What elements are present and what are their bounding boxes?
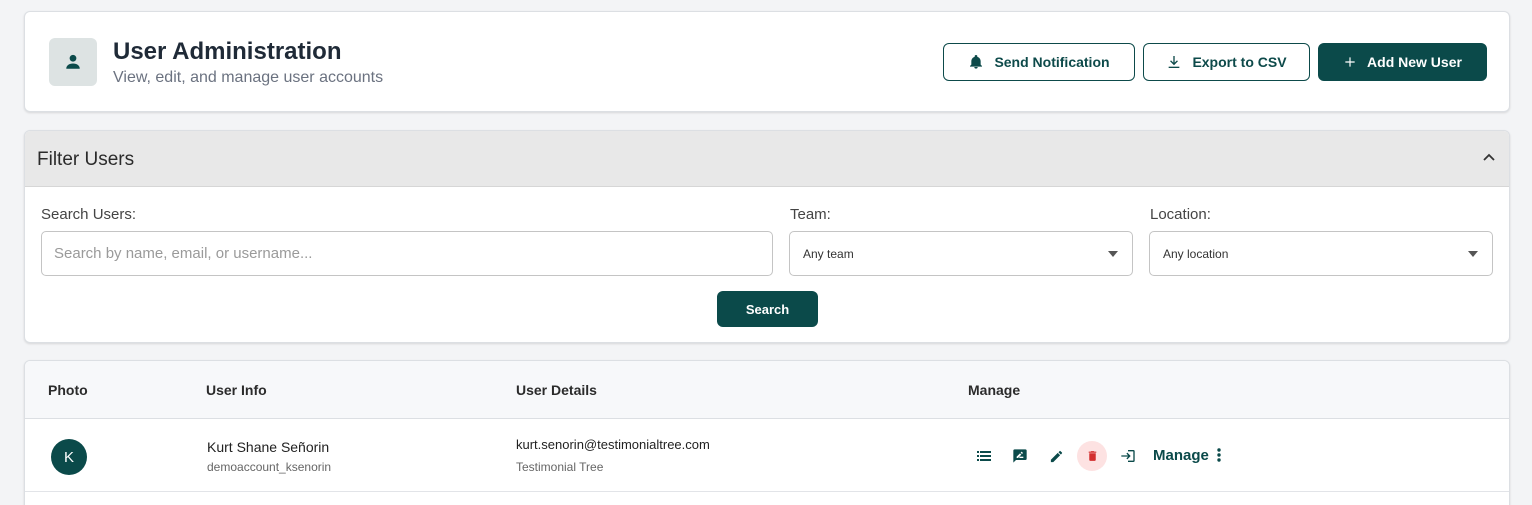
column-header-manage: Manage	[968, 382, 1021, 398]
user-name: Kurt Shane Señorin	[207, 439, 330, 455]
plus-icon	[1345, 57, 1355, 67]
user-email: kurt.senorin@testimonialtree.com	[516, 437, 710, 452]
filter-title: Filter Users	[37, 149, 135, 170]
export-csv-button[interactable]: Export to CSV	[1143, 43, 1310, 81]
location-select-value: Any location	[1163, 246, 1229, 261]
location-select[interactable]: Any location	[1149, 231, 1493, 276]
manage-link[interactable]: Manage	[1153, 447, 1209, 464]
search-users-input[interactable]	[41, 231, 773, 276]
search-button[interactable]: Search	[717, 291, 818, 327]
search-users-label: Search Users:	[41, 206, 137, 223]
bell-icon	[970, 55, 983, 69]
users-table: Photo User Info User Details Manage K Ku…	[24, 360, 1510, 505]
page-title: User Administration	[113, 38, 342, 65]
table-row: K Kurt Shane Señorin demoaccount_ksenori…	[25, 419, 1509, 492]
column-header-photo: Photo	[48, 382, 88, 398]
filter-header[interactable]: Filter Users	[25, 131, 1509, 187]
send-notification-label: Send Notification	[994, 54, 1110, 70]
list-icon[interactable]	[969, 441, 999, 471]
caret-down-icon	[1468, 251, 1478, 257]
filter-card: Filter Users Search Users: Team: Any tea…	[24, 130, 1510, 343]
column-header-user-details: User Details	[516, 382, 597, 398]
send-notification-button[interactable]: Send Notification	[943, 43, 1135, 81]
column-header-user-info: User Info	[206, 382, 267, 398]
team-select[interactable]: Any team	[789, 231, 1133, 276]
user-username: demoaccount_ksenorin	[207, 460, 332, 474]
export-csv-label: Export to CSV	[1192, 54, 1287, 70]
download-icon	[1169, 56, 1180, 68]
feedback-icon[interactable]	[1005, 441, 1035, 471]
user-icon	[49, 38, 97, 86]
add-new-user-label: Add New User	[1367, 54, 1462, 70]
avatar: K	[51, 439, 87, 475]
edit-icon[interactable]	[1041, 441, 1071, 471]
location-label: Location:	[1150, 206, 1211, 223]
more-vertical-icon[interactable]	[1217, 448, 1221, 462]
caret-down-icon	[1108, 251, 1118, 257]
chevron-up-icon[interactable]	[1483, 153, 1495, 161]
team-select-value: Any team	[803, 246, 854, 261]
add-new-user-button[interactable]: Add New User	[1318, 43, 1487, 81]
table-header: Photo User Info User Details Manage	[25, 361, 1509, 419]
user-organization: Testimonial Tree	[516, 460, 604, 474]
page-subtitle: View, edit, and manage user accounts	[113, 69, 384, 86]
header-card: User Administration View, edit, and mana…	[24, 11, 1510, 112]
login-icon[interactable]	[1113, 441, 1143, 471]
delete-icon[interactable]	[1077, 441, 1107, 471]
team-label: Team:	[790, 206, 831, 223]
